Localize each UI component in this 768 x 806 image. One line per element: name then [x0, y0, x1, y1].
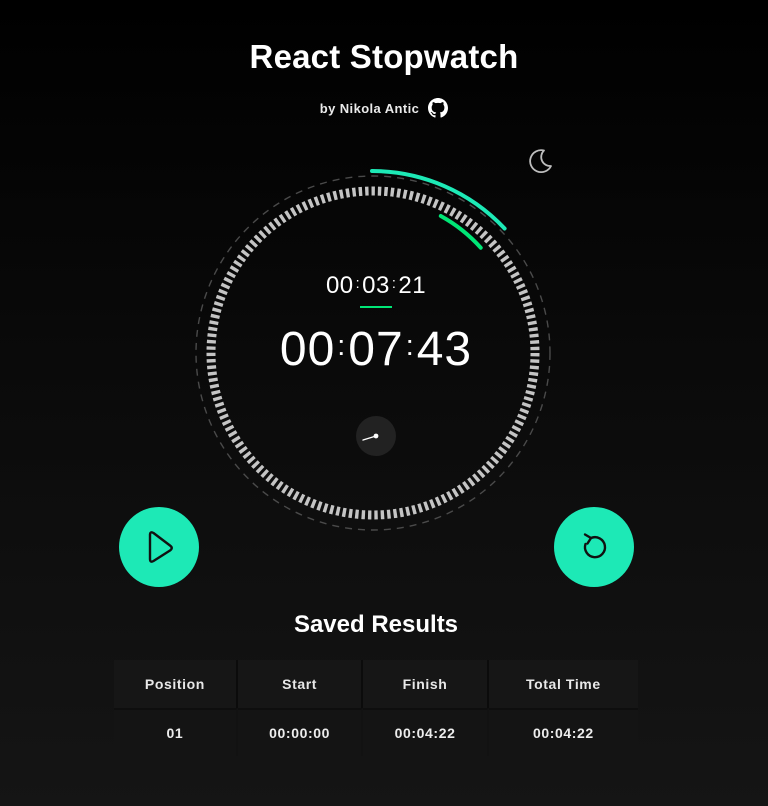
column-header-finish: Finish: [363, 660, 489, 708]
main-progress-arc: [370, 169, 507, 231]
main-hours: 00: [279, 323, 336, 376]
table-header-row: Position Start Finish Total Time: [114, 660, 638, 708]
play-button[interactable]: [119, 507, 199, 587]
cell-position: 01: [114, 708, 238, 756]
saved-results-table: Position Start Finish Total Time 01 00:0…: [114, 660, 638, 756]
main-time: 00:07:43: [279, 323, 473, 376]
stopwatch-app: React Stopwatch by Nikola Antic 00:03:21…: [0, 0, 768, 806]
cell-start: 00:00:00: [237, 708, 364, 756]
lap-time: 00:03:21: [325, 272, 427, 299]
column-header-position: Position: [114, 660, 238, 708]
author-byline: by Nikola Antic: [0, 98, 768, 118]
column-header-start: Start: [237, 660, 364, 708]
cell-finish: 00:04:22: [363, 708, 489, 756]
main-seconds: 43: [416, 323, 473, 376]
mini-dial-center: [373, 433, 379, 439]
github-icon[interactable]: [428, 98, 449, 118]
lap-seconds: 21: [398, 272, 427, 299]
cell-total-time: 00:04:22: [488, 708, 638, 756]
page-title: React Stopwatch: [249, 38, 519, 75]
lap-minutes: 03: [362, 272, 390, 299]
lap-underline: [360, 306, 392, 308]
reset-icon: [583, 533, 607, 559]
mini-dial: [356, 416, 396, 456]
author-name: by Nikola Antic: [319, 100, 420, 116]
reset-button[interactable]: [554, 507, 634, 587]
play-icon: [148, 531, 173, 563]
saved-results-title: Saved Results: [293, 611, 459, 638]
main-minutes: 07: [348, 323, 404, 376]
table-row: 01 00:00:00 00:04:22 00:04:22: [114, 708, 638, 756]
column-header-total-time: Total Time: [488, 660, 638, 708]
lap-hours: 00: [325, 272, 354, 299]
